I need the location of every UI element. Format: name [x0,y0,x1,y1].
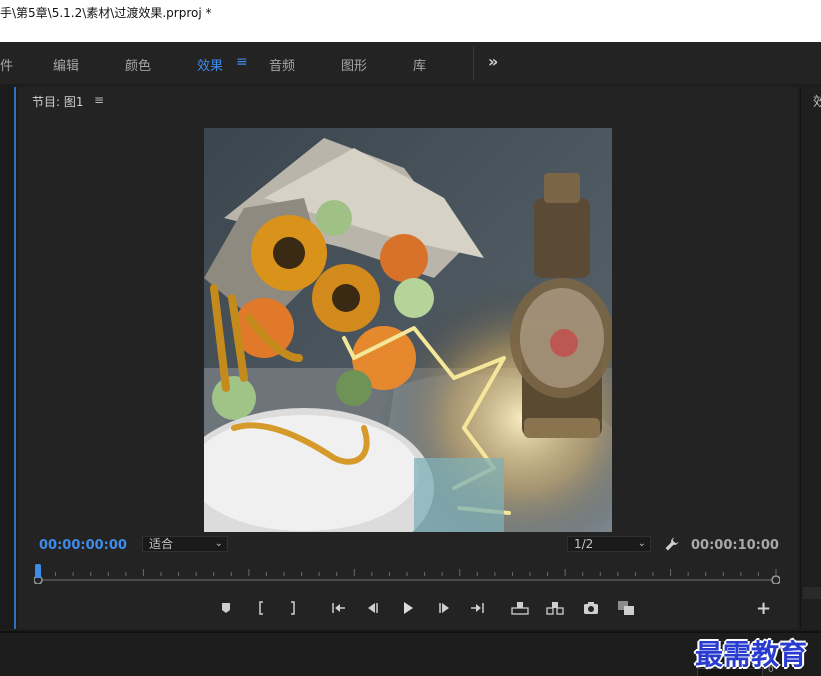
tab-assembly[interactable]: 件 [0,55,13,74]
step-back-icon [368,603,378,613]
right-panel-label[interactable]: 效 [813,91,821,110]
current-timecode[interactable]: 00:00:00:00 [39,538,127,553]
play-button[interactable] [398,599,418,617]
tab-divider [473,46,474,80]
step-forward-button[interactable] [434,599,454,617]
mark-in-button[interactable] [251,599,271,617]
resolution-select-value: 1/2 [574,537,594,551]
add-button[interactable]: + [756,598,771,619]
panel-title[interactable]: 节目: 图1 [32,93,84,110]
zoom-select-value: 适合 [149,537,174,551]
extract-icon [546,602,564,615]
ruler-ticks [33,569,781,585]
program-monitor-panel: 节目: 图1 ≡ 00:00:00:00 适合 ⌄ 1/2 ⌄ 00:00:10… [18,87,798,629]
window-title: 手\第5章\5.1.2\素材\过渡效果.prproj * [0,6,212,20]
chevron-down-icon: ⌄ [637,538,646,549]
tab-color[interactable]: 颜色 [125,55,151,74]
duration-timecode: 00:00:10:00 [691,538,779,553]
tab-graphics[interactable]: 图形 [341,55,367,74]
playhead[interactable] [35,564,41,578]
step-forward-icon [439,603,449,613]
zoom-select[interactable]: 适合 ⌄ [142,536,228,552]
time-ruler[interactable] [33,564,781,585]
hamburger-icon[interactable]: ≡ [236,54,248,70]
watermark-text: 最需教育 [695,638,808,671]
go-to-in-icon [332,603,345,613]
go-to-out-icon [471,603,484,613]
mark-in-icon [259,601,263,615]
tab-audio[interactable]: 音频 [269,55,295,74]
step-back-button[interactable] [363,599,383,617]
extract-button[interactable] [545,599,565,617]
hamburger-icon[interactable]: ≡ [94,93,104,107]
mark-out-icon [291,601,295,615]
export-frame-button[interactable] [581,599,601,617]
mark-out-button[interactable] [283,599,303,617]
lift-button[interactable] [510,599,530,617]
add-marker-button[interactable] [216,599,236,617]
chevron-down-icon: ⌄ [214,538,223,549]
compare-view-button[interactable] [616,599,636,617]
marker-icon [222,603,230,613]
wrench-icon[interactable] [664,536,680,556]
left-panel-edge [0,87,16,629]
preview-photo [204,128,612,532]
title-bar: 手\第5章\5.1.2\素材\过渡效果.prproj * [0,0,821,42]
resolution-select[interactable]: 1/2 ⌄ [567,536,651,552]
lift-icon [511,602,529,615]
bottom-panel: 0 最需教育 [0,631,821,676]
more-workspaces-button[interactable]: » [488,52,498,71]
workspace-bar: 件 编辑 颜色 效果 ≡ 音频 图形 库 » [0,42,821,84]
go-to-out-button[interactable] [467,599,487,617]
tab-libraries[interactable]: 库 [413,55,426,74]
play-icon [404,602,413,614]
right-panel-strip [803,587,821,599]
effect-controls-panel-edge: 效 [800,87,821,629]
program-preview-image[interactable] [204,128,612,532]
tab-editing[interactable]: 编辑 [53,55,79,74]
tab-effects[interactable]: 效果 [197,55,223,74]
camera-icon [584,602,598,614]
go-to-in-button[interactable] [329,599,349,617]
compare-icon [618,601,634,615]
